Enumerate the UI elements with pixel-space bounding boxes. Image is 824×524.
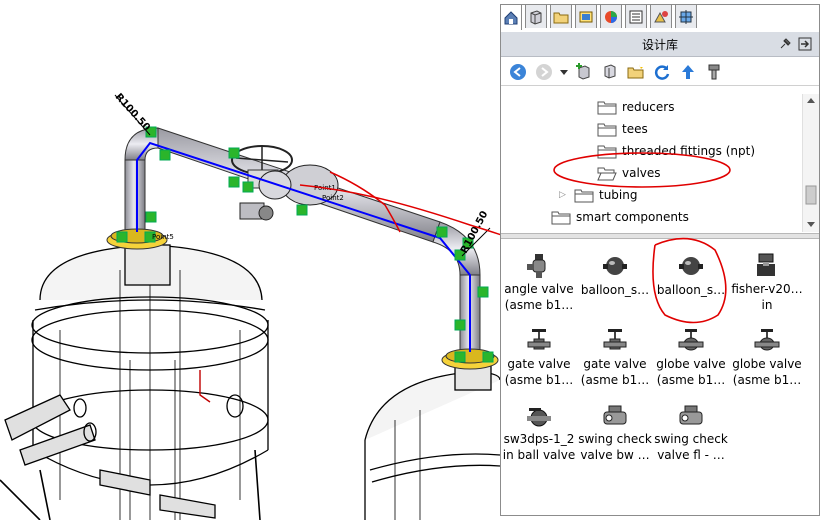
tree-item-valves[interactable]: valves	[597, 163, 661, 183]
component-label-line1: gate valve	[507, 357, 571, 371]
folder-open-icon	[597, 167, 617, 181]
component-label-line1: fisher-v20…	[731, 282, 803, 296]
gate-valve-icon	[599, 325, 631, 356]
component-item[interactable]: angle valve (asme b1…	[501, 240, 577, 312]
left-tank	[0, 244, 269, 521]
component-item[interactable]: swing check valve fl - …	[653, 390, 729, 462]
home-icon[interactable]	[500, 4, 522, 30]
component-label-line1: sw3dps-1_2	[503, 432, 575, 446]
component-label-line1: swing check	[578, 432, 652, 446]
component-item[interactable]: globe valve (asme b1…	[729, 315, 805, 387]
pin-icon[interactable]	[776, 35, 794, 53]
parts-icon[interactable]	[525, 4, 547, 28]
globe-valve-icon	[675, 325, 707, 356]
panel-title-bar: 设计库	[501, 32, 819, 57]
tree-item-smart-components[interactable]: smart components	[551, 207, 689, 227]
component-label-line2: valve bw …	[580, 447, 650, 462]
component-item[interactable]: globe valve (asme b1…	[653, 315, 729, 387]
tree-item-label: smart components	[576, 210, 689, 224]
view-palette-icon[interactable]	[650, 4, 672, 28]
create-folder-icon[interactable]	[625, 61, 647, 83]
component-item[interactable]: balloon_s…	[653, 240, 729, 312]
expand-arrow-icon[interactable]: ▷	[559, 190, 569, 200]
component-label-line2: (asme b1…	[732, 372, 802, 387]
folder-icon	[597, 123, 617, 137]
component-label-line1: angle valve	[504, 282, 574, 296]
library-toolbar	[501, 58, 819, 86]
custom-properties-icon[interactable]	[625, 4, 647, 28]
component-label-line1: swing check	[654, 432, 728, 446]
solidworks-forum-icon[interactable]	[675, 4, 697, 28]
component-label-line2: (asme b1…	[656, 372, 726, 387]
component-item[interactable]: balloon_s…	[577, 240, 653, 312]
component-label-line1: globe valve	[656, 357, 726, 371]
tree-item-tubing[interactable]: ▷ tubing	[559, 185, 637, 205]
component-label-line2: in	[761, 297, 773, 312]
component-item[interactable]: fisher-v20… in	[729, 240, 805, 312]
component-label-line2: (asme b1…	[504, 372, 574, 387]
tree-item-label: reducers	[622, 100, 675, 114]
component-label-line2: in ball valve	[502, 447, 576, 462]
component-item[interactable]: swing check valve bw …	[577, 390, 653, 462]
ball-valve-icon	[523, 400, 555, 431]
file-explorer-icon[interactable]	[575, 4, 597, 28]
tree-item-threaded-fittings[interactable]: threaded fittings (npt)	[597, 141, 755, 161]
tree-item-reducers[interactable]: reducers	[597, 97, 674, 117]
fisher-valve-icon	[751, 250, 783, 281]
component-label-line2: (asme b1…	[580, 372, 650, 387]
close-panel-icon[interactable]	[796, 35, 814, 53]
component-label-line1: globe valve	[732, 357, 802, 371]
folder-icon	[551, 211, 571, 225]
appearances-icon[interactable]	[600, 4, 622, 28]
tree-item-label: tees	[622, 122, 648, 136]
component-item[interactable]: gate valve (asme b1…	[501, 315, 577, 387]
library-tree[interactable]: reducers tees threaded fittings (npt) va…	[501, 94, 801, 232]
folder-icon	[574, 189, 594, 203]
add-location-icon[interactable]	[599, 61, 621, 83]
dropdown-icon[interactable]	[559, 61, 569, 83]
component-label-line2: valve fl - …	[657, 447, 725, 462]
pane-splitter[interactable]	[501, 233, 819, 239]
dimension-left[interactable]: R100.50	[113, 92, 152, 134]
swing-check-valve-icon	[675, 400, 707, 431]
tree-item-tees[interactable]: tees	[597, 119, 648, 139]
component-item[interactable]: gate valve (asme b1…	[577, 315, 653, 387]
tree-item-label: tubing	[599, 188, 638, 202]
tree-item-label: threaded fittings (npt)	[622, 144, 756, 158]
component-label-line2: (asme b1…	[504, 297, 574, 312]
folder-icon	[597, 101, 617, 115]
point-label: Point5	[152, 233, 174, 241]
toolbox-icon[interactable]	[703, 61, 725, 83]
forward-icon[interactable]	[533, 61, 555, 83]
design-library-icon[interactable]	[550, 4, 572, 28]
up-one-level-icon[interactable]	[677, 61, 699, 83]
balloon-valve-icon	[599, 250, 631, 282]
panel-title: 设计库	[641, 37, 678, 52]
tree-item-label: valves	[622, 166, 661, 180]
add-to-library-icon[interactable]	[573, 61, 595, 83]
component-label-line1: balloon_s…	[580, 283, 650, 297]
folder-icon	[597, 145, 617, 159]
component-item[interactable]: sw3dps-1_2 in ball valve	[501, 390, 577, 462]
right-tank	[364, 359, 501, 520]
balloon-valve-icon	[675, 250, 707, 282]
component-grid: angle valve (asme b1… balloon_s… balloon_s……	[501, 240, 819, 515]
tree-scrollbar[interactable]	[802, 94, 819, 232]
gate-valve-icon	[523, 325, 555, 356]
back-icon[interactable]	[507, 61, 529, 83]
point-label: Point2	[322, 194, 344, 202]
globe-valve-icon	[751, 325, 783, 356]
component-label-line1: balloon_s…	[656, 283, 726, 297]
swing-check-valve-icon	[599, 400, 631, 431]
angle-valve-icon	[523, 250, 555, 281]
task-pane-tabs	[500, 4, 720, 30]
connection-markers	[116, 126, 494, 363]
component-label-line1: gate valve	[583, 357, 647, 371]
refresh-icon[interactable]	[651, 61, 673, 83]
